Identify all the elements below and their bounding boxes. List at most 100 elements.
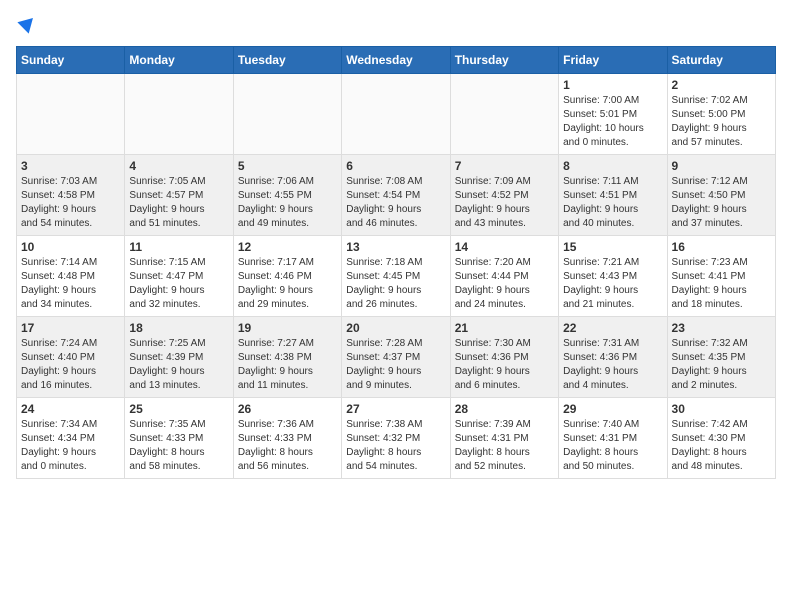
calendar: SundayMondayTuesdayWednesdayThursdayFrid… (16, 46, 776, 479)
calendar-day-cell: 2Sunrise: 7:02 AM Sunset: 5:00 PM Daylig… (667, 74, 775, 155)
calendar-day-cell: 23 Sunrise: 7:32 AM Sunset: 4:35 PM Dayli… (667, 317, 775, 398)
day-number: 26 (238, 402, 337, 416)
weekday-header-row: SundayMondayTuesdayWednesdayThursdayFrid… (17, 47, 776, 74)
day-info: Sunrise: 7:00 AM Sunset: 5:01 PM Dayligh… (563, 94, 662, 150)
day-info: Sunrise: 7:35 AM Sunset: 4:33 PM Dayligh… (129, 418, 228, 474)
calendar-day-cell (233, 74, 341, 155)
day-info: Sunrise: 7:24 AM Sunset: 4:40 PM Dayligh… (21, 337, 120, 393)
calendar-day-cell: 30 Sunrise: 7:42 AM Sunset: 4:30 PM Dayli… (667, 398, 775, 479)
day-info: Sunrise: 7:40 AM Sunset: 4:31 PM Dayligh… (563, 418, 662, 474)
day-info: Sunrise: 7:30 AM Sunset: 4:36 PM Dayligh… (455, 337, 554, 393)
calendar-day-cell (342, 74, 450, 155)
day-number: 10 (21, 240, 120, 254)
day-number: 29 (563, 402, 662, 416)
calendar-day-cell: 20Sunrise: 7:28 AM Sunset: 4:37 PM Dayli… (342, 317, 450, 398)
weekday-header-sunday: Sunday (17, 47, 125, 74)
calendar-day-cell: 5 Sunrise: 7:06 AM Sunset: 4:55 PM Daylig… (233, 155, 341, 236)
day-info: Sunrise: 7:27 AM Sunset: 4:38 PM Dayligh… (238, 337, 337, 393)
weekday-header-monday: Monday (125, 47, 233, 74)
day-info: Sunrise: 7:09 AM Sunset: 4:52 PM Dayligh… (455, 175, 554, 231)
calendar-week-row: 10 Sunrise: 7:14 AM Sunset: 4:48 PM Dayli… (17, 236, 776, 317)
calendar-day-cell: 24Sunrise: 7:34 AM Sunset: 4:34 PM Dayli… (17, 398, 125, 479)
calendar-day-cell: 13Sunrise: 7:18 AM Sunset: 4:45 PM Dayli… (342, 236, 450, 317)
day-number: 17 (21, 321, 120, 335)
calendar-day-cell: 11 Sunrise: 7:15 AM Sunset: 4:47 PM Dayli… (125, 236, 233, 317)
day-number: 8 (563, 159, 662, 173)
day-number: 27 (346, 402, 445, 416)
header (16, 16, 776, 34)
day-number: 25 (129, 402, 228, 416)
day-info: Sunrise: 7:06 AM Sunset: 4:55 PM Dayligh… (238, 175, 337, 231)
day-info: Sunrise: 7:28 AM Sunset: 4:37 PM Dayligh… (346, 337, 445, 393)
day-info: Sunrise: 7:31 AM Sunset: 4:36 PM Dayligh… (563, 337, 662, 393)
day-number: 28 (455, 402, 554, 416)
day-number: 5 (238, 159, 337, 173)
calendar-day-cell: 8 Sunrise: 7:11 AM Sunset: 4:51 PM Daylig… (559, 155, 667, 236)
calendar-day-cell (17, 74, 125, 155)
calendar-day-cell: 9 Sunrise: 7:12 AM Sunset: 4:50 PM Daylig… (667, 155, 775, 236)
calendar-day-cell: 1Sunrise: 7:00 AM Sunset: 5:01 PM Daylig… (559, 74, 667, 155)
calendar-day-cell: 19 Sunrise: 7:27 AM Sunset: 4:38 PM Dayli… (233, 317, 341, 398)
day-info: Sunrise: 7:36 AM Sunset: 4:33 PM Dayligh… (238, 418, 337, 474)
day-number: 21 (455, 321, 554, 335)
calendar-week-row: 1Sunrise: 7:00 AM Sunset: 5:01 PM Daylig… (17, 74, 776, 155)
day-number: 4 (129, 159, 228, 173)
day-info: Sunrise: 7:17 AM Sunset: 4:46 PM Dayligh… (238, 256, 337, 312)
day-number: 16 (672, 240, 771, 254)
day-number: 11 (129, 240, 228, 254)
calendar-week-row: 24Sunrise: 7:34 AM Sunset: 4:34 PM Dayli… (17, 398, 776, 479)
calendar-day-cell: 17 Sunrise: 7:24 AM Sunset: 4:40 PM Dayli… (17, 317, 125, 398)
calendar-day-cell: 3 Sunrise: 7:03 AM Sunset: 4:58 PM Daylig… (17, 155, 125, 236)
calendar-day-cell: 18 Sunrise: 7:25 AM Sunset: 4:39 PM Dayli… (125, 317, 233, 398)
day-info: Sunrise: 7:12 AM Sunset: 4:50 PM Dayligh… (672, 175, 771, 231)
day-number: 3 (21, 159, 120, 173)
day-number: 24 (21, 402, 120, 416)
calendar-day-cell: 14 Sunrise: 7:20 AM Sunset: 4:44 PM Dayli… (450, 236, 558, 317)
calendar-day-cell: 4 Sunrise: 7:05 AM Sunset: 4:57 PM Daylig… (125, 155, 233, 236)
weekday-header-thursday: Thursday (450, 47, 558, 74)
day-info: Sunrise: 7:03 AM Sunset: 4:58 PM Dayligh… (21, 175, 120, 231)
calendar-day-cell: 15 Sunrise: 7:21 AM Sunset: 4:43 PM Dayli… (559, 236, 667, 317)
weekday-header-tuesday: Tuesday (233, 47, 341, 74)
day-info: Sunrise: 7:39 AM Sunset: 4:31 PM Dayligh… (455, 418, 554, 474)
calendar-day-cell: 10 Sunrise: 7:14 AM Sunset: 4:48 PM Dayli… (17, 236, 125, 317)
calendar-day-cell: 21 Sunrise: 7:30 AM Sunset: 4:36 PM Dayli… (450, 317, 558, 398)
day-number: 14 (455, 240, 554, 254)
calendar-week-row: 3 Sunrise: 7:03 AM Sunset: 4:58 PM Daylig… (17, 155, 776, 236)
day-info: Sunrise: 7:11 AM Sunset: 4:51 PM Dayligh… (563, 175, 662, 231)
day-number: 19 (238, 321, 337, 335)
day-number: 12 (238, 240, 337, 254)
day-info: Sunrise: 7:14 AM Sunset: 4:48 PM Dayligh… (21, 256, 120, 312)
weekday-header-friday: Friday (559, 47, 667, 74)
day-info: Sunrise: 7:05 AM Sunset: 4:57 PM Dayligh… (129, 175, 228, 231)
day-number: 9 (672, 159, 771, 173)
logo (16, 16, 36, 34)
day-number: 15 (563, 240, 662, 254)
day-info: Sunrise: 7:23 AM Sunset: 4:41 PM Dayligh… (672, 256, 771, 312)
day-info: Sunrise: 7:25 AM Sunset: 4:39 PM Dayligh… (129, 337, 228, 393)
calendar-day-cell (450, 74, 558, 155)
calendar-day-cell: 25 Sunrise: 7:35 AM Sunset: 4:33 PM Dayli… (125, 398, 233, 479)
calendar-day-cell: 26 Sunrise: 7:36 AM Sunset: 4:33 PM Dayli… (233, 398, 341, 479)
day-number: 6 (346, 159, 445, 173)
logo-triangle-icon (17, 12, 38, 33)
day-number: 18 (129, 321, 228, 335)
day-number: 23 (672, 321, 771, 335)
weekday-header-wednesday: Wednesday (342, 47, 450, 74)
day-info: Sunrise: 7:15 AM Sunset: 4:47 PM Dayligh… (129, 256, 228, 312)
calendar-day-cell: 29 Sunrise: 7:40 AM Sunset: 4:31 PM Dayli… (559, 398, 667, 479)
calendar-day-cell: 27Sunrise: 7:38 AM Sunset: 4:32 PM Dayli… (342, 398, 450, 479)
day-info: Sunrise: 7:42 AM Sunset: 4:30 PM Dayligh… (672, 418, 771, 474)
calendar-day-cell: 28 Sunrise: 7:39 AM Sunset: 4:31 PM Dayli… (450, 398, 558, 479)
weekday-header-saturday: Saturday (667, 47, 775, 74)
day-number: 30 (672, 402, 771, 416)
day-info: Sunrise: 7:32 AM Sunset: 4:35 PM Dayligh… (672, 337, 771, 393)
day-info: Sunrise: 7:08 AM Sunset: 4:54 PM Dayligh… (346, 175, 445, 231)
calendar-day-cell: 12 Sunrise: 7:17 AM Sunset: 4:46 PM Dayli… (233, 236, 341, 317)
day-info: Sunrise: 7:21 AM Sunset: 4:43 PM Dayligh… (563, 256, 662, 312)
day-number: 2 (672, 78, 771, 92)
day-info: Sunrise: 7:20 AM Sunset: 4:44 PM Dayligh… (455, 256, 554, 312)
calendar-week-row: 17 Sunrise: 7:24 AM Sunset: 4:40 PM Dayli… (17, 317, 776, 398)
day-number: 13 (346, 240, 445, 254)
calendar-day-cell (125, 74, 233, 155)
